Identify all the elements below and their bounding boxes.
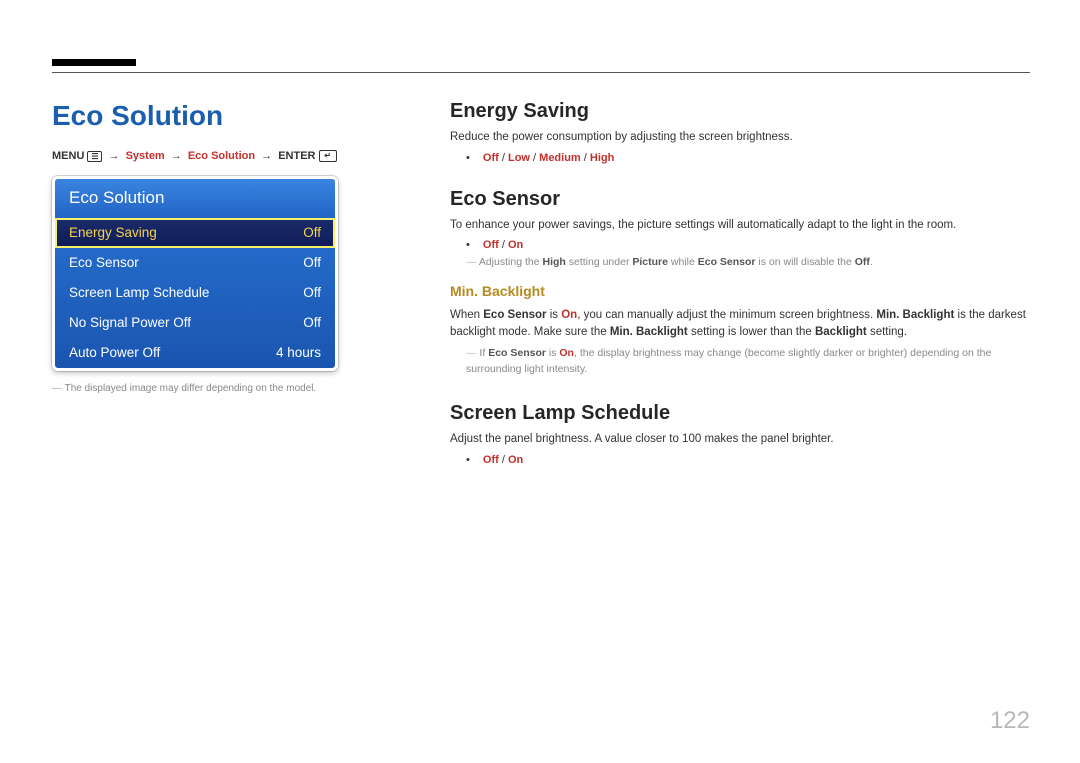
menu-item-value: Off bbox=[303, 255, 321, 270]
bold: Min. Backlight bbox=[876, 309, 954, 321]
option-off: Off bbox=[483, 239, 499, 251]
option-on: On bbox=[508, 454, 523, 466]
enter-icon: ↵ bbox=[319, 150, 337, 162]
text: is bbox=[547, 309, 562, 321]
page-number: 122 bbox=[990, 707, 1030, 735]
menu-item-label: No Signal Power Off bbox=[69, 315, 191, 330]
options-eco-sensor: Off / On bbox=[466, 239, 1030, 251]
breadcrumb: MENU ☰ → System → Eco Solution → ENTER ↵ bbox=[52, 150, 402, 162]
bold: Eco Sensor bbox=[483, 309, 546, 321]
menu-item-energy-saving[interactable]: Energy Saving Off bbox=[55, 218, 335, 248]
heading-min-backlight: Min. Backlight bbox=[450, 283, 1030, 299]
note-text: If bbox=[479, 347, 488, 359]
page-title: Eco Solution bbox=[52, 100, 402, 132]
breadcrumb-menu-word: MENU bbox=[52, 150, 84, 162]
right-column: Energy Saving Reduce the power consumpti… bbox=[450, 100, 1030, 490]
menu-item-value: 4 hours bbox=[276, 345, 321, 360]
bold: Min. Backlight bbox=[610, 326, 688, 338]
breadcrumb-eco: Eco Solution bbox=[188, 150, 255, 162]
menu-item-screen-lamp-schedule[interactable]: Screen Lamp Schedule Off bbox=[55, 278, 335, 308]
desc-min-backlight: When Eco Sensor is On, you can manually … bbox=[450, 307, 1030, 340]
text: When bbox=[450, 309, 483, 321]
note-text: is on will disable the bbox=[756, 256, 855, 268]
menu-box: Eco Solution Energy Saving Off Eco Senso… bbox=[52, 176, 338, 371]
menu-title: Eco Solution bbox=[55, 179, 335, 218]
menu-item-label: Screen Lamp Schedule bbox=[69, 285, 209, 300]
menu-item-label: Eco Sensor bbox=[69, 255, 139, 270]
bold: Backlight bbox=[815, 326, 867, 338]
note-bold: Eco Sensor bbox=[698, 256, 756, 268]
note-bold: Eco Sensor bbox=[488, 347, 546, 359]
menu-item-value: Off bbox=[303, 225, 321, 240]
breadcrumb-enter-word: ENTER bbox=[278, 150, 315, 162]
menu-item-label: Energy Saving bbox=[69, 225, 157, 240]
heading-eco-sensor: Eco Sensor bbox=[450, 188, 1030, 211]
red: On bbox=[561, 309, 577, 321]
note-text: Adjusting the bbox=[479, 256, 543, 268]
heading-screen-lamp: Screen Lamp Schedule bbox=[450, 402, 1030, 425]
text: setting. bbox=[867, 326, 907, 338]
desc-screen-lamp: Adjust the panel brightness. A value clo… bbox=[450, 431, 1030, 448]
left-column: Eco Solution MENU ☰ → System → Eco Solut… bbox=[52, 100, 402, 490]
menu-icon: ☰ bbox=[87, 151, 102, 162]
menu-item-auto-power-off[interactable]: Auto Power Off 4 hours bbox=[55, 338, 335, 368]
menu-item-value: Off bbox=[303, 315, 321, 330]
breadcrumb-system: System bbox=[126, 150, 165, 162]
menu-footnote: The displayed image may differ depending… bbox=[52, 383, 402, 394]
text: setting is lower than the bbox=[688, 326, 815, 338]
note-bold: Picture bbox=[632, 256, 668, 268]
arrow-icon: → bbox=[261, 150, 272, 162]
note-text: is bbox=[546, 347, 559, 359]
section-marker bbox=[52, 59, 136, 66]
note-bold: High bbox=[542, 256, 565, 268]
option-off: Off bbox=[483, 454, 499, 466]
option-low: Low bbox=[508, 152, 530, 164]
note-min-backlight: If Eco Sensor is On, the display brightn… bbox=[466, 346, 1030, 378]
note-eco-sensor-high: Adjusting the High setting under Picture… bbox=[466, 255, 1030, 271]
desc-energy-saving: Reduce the power consumption by adjustin… bbox=[450, 129, 1030, 146]
section-energy-saving: Energy Saving Reduce the power consumpti… bbox=[450, 100, 1030, 164]
note-bold: Off bbox=[855, 256, 870, 268]
note-text: setting under bbox=[566, 256, 633, 268]
option-on: On bbox=[508, 239, 523, 251]
note-text: . bbox=[870, 256, 873, 268]
menu-item-eco-sensor[interactable]: Eco Sensor Off bbox=[55, 248, 335, 278]
heading-energy-saving: Energy Saving bbox=[450, 100, 1030, 123]
menu-item-no-signal-power-off[interactable]: No Signal Power Off Off bbox=[55, 308, 335, 338]
note-red: On bbox=[559, 347, 574, 359]
text: , you can manually adjust the minimum sc… bbox=[577, 309, 876, 321]
note-text: while bbox=[668, 256, 698, 268]
desc-eco-sensor: To enhance your power savings, the pictu… bbox=[450, 217, 1030, 234]
menu-item-value: Off bbox=[303, 285, 321, 300]
option-medium: Medium bbox=[539, 152, 581, 164]
option-high: High bbox=[590, 152, 614, 164]
options-energy-saving: Off / Low / Medium / High bbox=[466, 152, 1030, 164]
option-off: Off bbox=[483, 152, 499, 164]
section-screen-lamp-schedule: Screen Lamp Schedule Adjust the panel br… bbox=[450, 402, 1030, 466]
arrow-icon: → bbox=[171, 150, 182, 162]
section-eco-sensor: Eco Sensor To enhance your power savings… bbox=[450, 188, 1030, 378]
arrow-icon: → bbox=[109, 150, 120, 162]
menu-item-label: Auto Power Off bbox=[69, 345, 160, 360]
top-rule bbox=[52, 72, 1030, 73]
options-screen-lamp: Off / On bbox=[466, 454, 1030, 466]
